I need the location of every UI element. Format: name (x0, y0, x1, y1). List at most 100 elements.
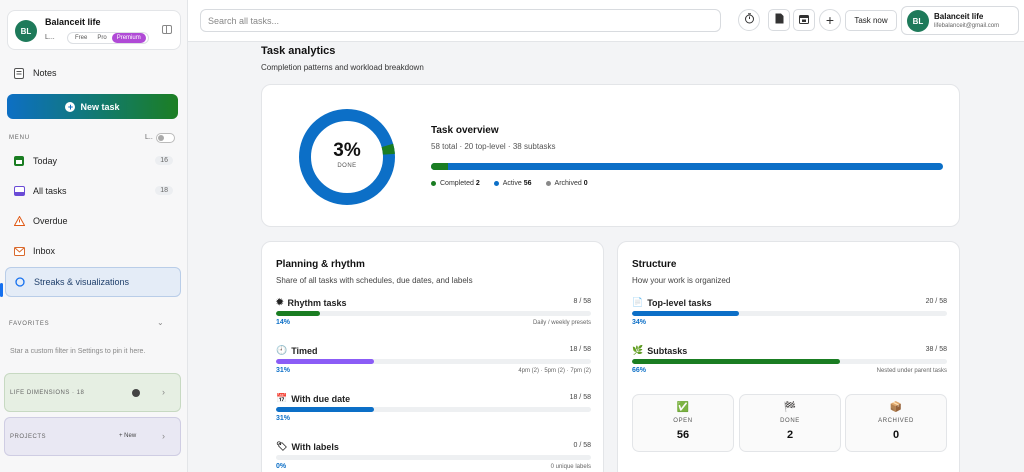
warning-icon (13, 215, 25, 227)
metric-row: 🌿 Subtasks 38 / 58 66% Nested under parent t… (632, 345, 947, 385)
sidebar-item-notes[interactable]: Notes (5, 59, 181, 87)
sidebar-item-label: Inbox (33, 246, 56, 256)
new-project-button[interactable]: + New (119, 433, 136, 439)
metric-progress-fill (632, 359, 840, 364)
menu-section-label: MENU (9, 135, 30, 141)
metric-label: 🕘 Timed (276, 345, 318, 356)
timer-button[interactable] (738, 9, 760, 31)
card-subtitle: How your work is organized (632, 276, 731, 285)
life-dimensions-label: LIFE DIMENSIONS · 18 (10, 390, 85, 396)
circle-icon (14, 276, 26, 288)
plan-free[interactable]: Free (70, 33, 92, 43)
metric-progress-bar (632, 359, 947, 364)
metric-progress-bar (276, 407, 591, 412)
metric-label: ✹ Rhythm tasks (276, 297, 347, 308)
stat-label: OPEN (673, 418, 693, 424)
document-icon (775, 13, 784, 27)
metric-percent: 31% (276, 367, 291, 374)
sidebar-item-all-tasks[interactable]: All tasks 18 (5, 177, 181, 205)
calendar-icon: 📅 (276, 393, 288, 403)
calendar-button[interactable] (793, 9, 815, 31)
metric-fraction: 18 / 58 (569, 346, 591, 353)
legend-archived: Archived 0 (545, 180, 588, 187)
sidebar-item-label: Notes (33, 68, 57, 78)
card-title: Planning & rhythm (276, 259, 365, 270)
new-task-button[interactable]: + New task (7, 94, 178, 119)
plus-icon: + (65, 101, 76, 112)
metric-fraction: 8 / 58 (573, 298, 591, 305)
legend-completed: Completed 2 (431, 180, 480, 187)
stat-value: 56 (676, 429, 690, 441)
chevron-right-icon[interactable]: › (162, 387, 165, 397)
sidebar-item-inbox[interactable]: Inbox (5, 237, 181, 265)
stat-done: 🏁 DONE 2 (739, 394, 841, 452)
card-subtitle: Share of all tasks with schedules, due d… (276, 276, 473, 285)
notes-button[interactable] (768, 9, 790, 31)
overview-progress-bar (431, 163, 943, 170)
plan-premium[interactable]: Premium (111, 33, 146, 43)
document-icon: 📄 (632, 297, 644, 307)
sidebar-collapse-icon[interactable] (162, 25, 172, 34)
inbox-tray-icon (13, 185, 25, 197)
seedling-icon: 🌿 (632, 345, 644, 355)
user-menu[interactable]: BL Balanceit life lifebalanceit@gmail.co… (901, 6, 1019, 35)
sidebar-item-label: All tasks (33, 186, 67, 196)
chevron-down-icon[interactable]: ⌄ (157, 318, 164, 327)
search-placeholder: Search all tasks... (208, 15, 280, 26)
user-name: Balanceit life (934, 12, 984, 21)
user-email: lifebalanceit@gmail.com (934, 23, 1000, 29)
avatar: BL (15, 20, 37, 42)
metric-label: 📅 With due date (276, 393, 351, 404)
overview-legend: Completed 2 Active 56 Archived 0 (431, 180, 588, 187)
metric-percent: 14% (276, 319, 291, 326)
metric-note: 4pm (2) · 5pm (2) · 7pm (2) (518, 368, 591, 374)
metric-note: 0 unique labels (550, 464, 591, 470)
metric-row: ✹ Rhythm tasks 8 / 58 14% Daily / weekly pre… (276, 297, 591, 337)
sidebar-item-streaks[interactable]: Streaks & visualizations (5, 267, 181, 297)
metric-progress-fill (632, 311, 740, 316)
plan-selector[interactable]: Free Pro Premium (67, 32, 149, 44)
metric-label: 📄 Top-level tasks (632, 297, 712, 308)
calendar-icon (13, 155, 25, 167)
add-button[interactable]: + (819, 9, 841, 31)
stat-label: ARCHIVED (878, 418, 914, 424)
plan-pro[interactable]: Pro (92, 33, 111, 43)
metric-fraction: 0 / 58 (573, 442, 591, 449)
metric-label: 🌿 Subtasks (632, 345, 688, 356)
projects-label: PROJECTS (10, 434, 47, 440)
account-short-label: L... (45, 34, 55, 41)
task-overview-card: 3% DONE Task overview 58 total · 20 top-… (261, 84, 960, 227)
metric-row: 🕘 Timed 18 / 58 31% 4pm (2) · 5pm (2) · 7pm … (276, 345, 591, 385)
archived-dot-icon (545, 180, 551, 186)
life-dimensions-section[interactable]: LIFE DIMENSIONS · 18 › (4, 373, 181, 412)
sidebar-item-today[interactable]: Today 16 (5, 147, 181, 175)
menu-toggle[interactable] (156, 133, 175, 143)
metric-progress-bar (276, 359, 591, 364)
account-switcher[interactable]: BL Balanceit life L... Free Pro Premium (7, 10, 181, 50)
sidebar-item-label: Today (33, 156, 58, 166)
active-item-marker (0, 283, 3, 297)
projects-section[interactable]: PROJECTS + New › (4, 417, 181, 456)
metric-label: 🏷 With labels (276, 441, 339, 452)
metric-row: 📅 With due date 18 / 58 31% (276, 393, 591, 433)
completed-dot-icon (431, 180, 436, 186)
metric-progress-fill (276, 359, 374, 364)
search-input[interactable]: Search all tasks... (200, 9, 721, 32)
checkered-flag-icon: 🏁 (783, 402, 797, 413)
task-now-button[interactable]: Task now (845, 10, 897, 31)
sidebar-item-label: Streaks & visualizations (34, 277, 130, 287)
metric-percent: 0% (276, 463, 287, 470)
sun-icon: ✹ (276, 297, 284, 307)
active-dot-icon (493, 180, 499, 186)
page-title: Task analytics (261, 45, 336, 57)
overview-summary: 58 total · 20 top-level · 38 subtasks (431, 142, 556, 151)
stopwatch-icon (744, 13, 755, 27)
new-task-label: New task (80, 101, 120, 112)
chevron-right-icon[interactable]: › (162, 431, 165, 441)
metric-percent: 34% (632, 319, 647, 326)
sidebar-item-overdue[interactable]: Overdue (5, 207, 181, 235)
completion-percent: 3% (333, 140, 361, 161)
metric-progress-bar (276, 455, 591, 460)
planning-rhythm-card: Planning & rhythm Share of all tasks wit… (261, 241, 604, 472)
mail-icon (13, 245, 25, 257)
